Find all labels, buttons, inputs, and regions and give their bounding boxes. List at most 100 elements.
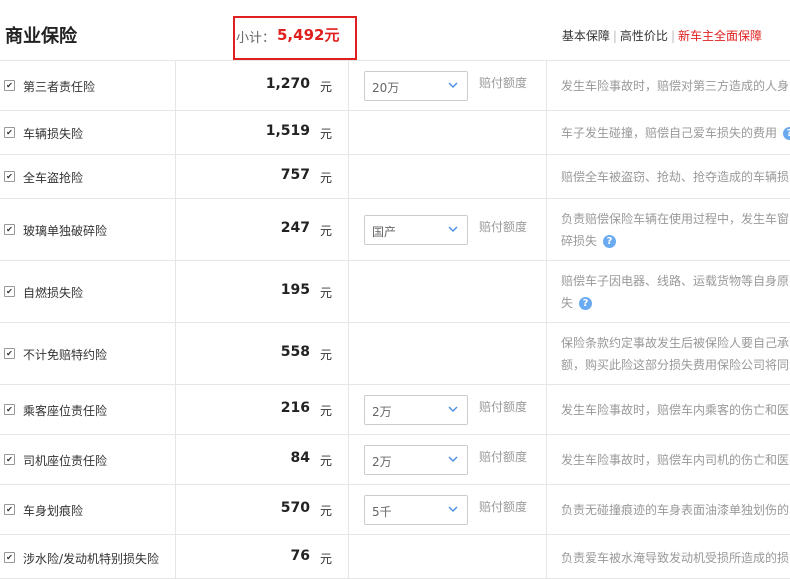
option-cell [348,535,547,578]
coverage-name: 乘客座位责任险 [23,404,108,418]
price-value: 195 [280,282,310,298]
description-cell: 车子发生碰撞，赔偿自己爱车损失的费用? [546,111,790,154]
price-cell: 195 元 [175,261,349,322]
description-text: 发生车险事故时，赔偿车内乘客的伤亡和医 [561,399,790,421]
price-unit: 元 [319,404,332,418]
option-cell: 2万 赔付额度 [348,385,547,434]
select-value: 5千 [372,505,392,519]
description-text: 负责爱车被水淹导致发动机受损所造成的损 [561,547,790,569]
chevron-down-icon [448,226,458,232]
checkbox[interactable]: ✔ [4,80,15,91]
price-value: 570 [280,500,310,516]
checkbox[interactable]: ✔ [4,171,15,182]
description-cell: 负责爱车被水淹导致发动机受损所造成的损 [546,535,790,578]
coverage-amount-select[interactable]: 2万 [364,445,468,475]
select-value: 2万 [372,455,392,469]
description-text: 车子发生碰撞，赔偿自己爱车损失的费用? [561,122,790,144]
chevron-down-icon [448,406,458,412]
description-cell: 负责无碰撞痕迹的车身表面油漆单独划伤的 [546,485,790,534]
help-icon[interactable]: ? [783,127,790,140]
description-text: 负责无碰撞痕迹的车身表面油漆单独划伤的 [561,499,790,521]
checkbox[interactable]: ✔ [4,404,15,415]
plan-tab-full[interactable]: 新车主全面保障 [678,29,762,43]
option-cell [348,155,547,198]
coverage-name-cell: ✔ 不计免赔特约险 [0,323,176,384]
chevron-down-icon [448,506,458,512]
coverage-amount-select[interactable]: 国产 [364,215,468,245]
checkbox[interactable]: ✔ [4,504,15,515]
chevron-down-icon [448,82,458,88]
price-unit: 元 [319,286,332,300]
coverage-name: 不计免赔特约险 [23,348,108,362]
help-icon[interactable]: ? [603,235,617,248]
checkbox[interactable]: ✔ [4,224,15,235]
description-text: 发生车险事故时，赔偿对第三方造成的人身 [561,75,790,97]
checkbox[interactable]: ✔ [4,286,15,297]
description-text: 赔偿车子因电器、线路、运载货物等自身原 失? [561,270,790,314]
price-unit: 元 [319,80,332,94]
option-label: 赔付额度 [479,76,528,90]
coverage-name-cell: ✔ 车辆损失险 [0,111,176,154]
plan-tabs: 基本保障 | 高性价比 | 新车主全面保障 [561,29,762,43]
coverage-name: 自燃损失险 [23,286,84,300]
price-value: 84 [290,450,310,466]
price-value: 247 [280,220,310,236]
checkbox[interactable]: ✔ [4,127,15,138]
description-line-1: 车子发生碰撞，赔偿自己爱车损失的费用 [561,126,778,140]
price-value: 216 [280,400,310,416]
option-cell: 20万 赔付额度 [348,61,547,110]
price-unit: 元 [319,454,332,468]
price-cell: 216 元 [175,385,349,434]
header: 商业保险 小计： 5,492元 基本保障 | 高性价比 | 新车主全面保障 [0,0,790,60]
description-cell: 负责赔偿保险车辆在使用过程中，发生车窗 碎损失? [546,199,790,260]
select-value: 国产 [372,225,397,239]
checkbox[interactable]: ✔ [4,552,15,563]
price-cell: 247 元 [175,199,349,260]
checkbox[interactable]: ✔ [4,348,15,359]
coverage-name-cell: ✔ 全车盗抢险 [0,155,176,198]
table-row: ✔ 不计免赔特约险 558 元 保险条款约定事故发生后被保险人要自己承 额，购买… [0,322,790,384]
coverage-name: 涉水险/发动机特别损失险 [23,552,160,566]
table-row: ✔ 自燃损失险 195 元 赔偿车子因电器、线路、运载货物等自身原 失? [0,260,790,322]
price-cell: 570 元 [175,485,349,534]
plan-tab-value[interactable]: 高性价比 [620,29,668,43]
price-value: 76 [290,548,310,564]
price-cell: 757 元 [175,155,349,198]
coverage-name-cell: ✔ 乘客座位责任险 [0,385,176,434]
price-value: 1,270 [265,76,310,92]
coverage-name: 车身划痕险 [23,504,84,518]
coverage-name: 第三者责任险 [23,80,96,94]
price-value: 757 [280,167,310,183]
subtotal-label: 小计： [236,31,276,46]
table-row: ✔ 全车盗抢险 757 元 赔偿全车被盗窃、抢劫、抢夺造成的车辆损 [0,154,790,198]
coverage-name-cell: ✔ 涉水险/发动机特别损失险 [0,535,176,578]
price-unit: 元 [319,552,332,566]
description-line-2: 额，购买此险这部分损失费用保险公司将同 [561,358,790,372]
description-cell: 发生车险事故时，赔偿车内司机的伤亡和医 [546,435,790,484]
select-value: 2万 [372,405,392,419]
description-cell: 赔偿车子因电器、线路、运载货物等自身原 失? [546,261,790,322]
description-line-2: 碎损失 [561,234,598,248]
coverage-name-cell: ✔ 玻璃单独破碎险 [0,199,176,260]
checkbox[interactable]: ✔ [4,454,15,465]
table-row: ✔ 司机座位责任险 84 元 2万 赔付额度 发生车险事故时，赔偿车内司机的伤亡… [0,434,790,484]
description-cell: 保险条款约定事故发生后被保险人要自己承 额，购买此险这部分损失费用保险公司将同 [546,323,790,384]
coverage-amount-select[interactable]: 2万 [364,395,468,425]
description-line-1: 发生车险事故时，赔偿对第三方造成的人身 [561,79,790,93]
description-cell: 发生车险事故时，赔偿对第三方造成的人身 [546,61,790,110]
coverage-amount-select[interactable]: 5千 [364,495,468,525]
coverage-name: 司机座位责任险 [23,454,108,468]
coverage-name-cell: ✔ 自燃损失险 [0,261,176,322]
plan-tab-basic[interactable]: 基本保障 [562,29,610,43]
coverage-amount-select[interactable]: 20万 [364,71,468,101]
select-value: 20万 [372,81,400,95]
description-text: 赔偿全车被盗窃、抢劫、抢夺造成的车辆损 [561,166,790,188]
chevron-down-icon [448,456,458,462]
option-label: 赔付额度 [479,400,528,414]
description-cell: 赔偿全车被盗窃、抢劫、抢夺造成的车辆损 [546,155,790,198]
table-row: ✔ 玻璃单独破碎险 247 元 国产 赔付额度 负责赔偿保险车辆在使用过程中，发… [0,198,790,260]
description-line-1: 保险条款约定事故发生后被保险人要自己承 [561,336,790,350]
page-title: 商业保险 [5,26,77,47]
description-cell: 发生车险事故时，赔偿车内乘客的伤亡和医 [546,385,790,434]
help-icon[interactable]: ? [579,297,593,310]
